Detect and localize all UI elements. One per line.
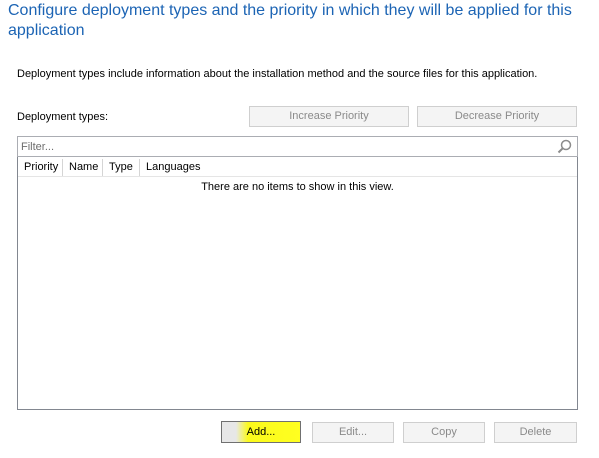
filter-input[interactable]: [21, 138, 546, 155]
edit-button[interactable]: Edit...: [312, 422, 394, 443]
delete-button[interactable]: Delete: [494, 422, 577, 443]
decrease-priority-button[interactable]: Decrease Priority: [417, 106, 577, 127]
copy-button[interactable]: Copy: [403, 422, 485, 443]
search-icon[interactable]: [556, 138, 573, 155]
empty-list-message: There are no items to show in this view.: [201, 181, 394, 193]
add-button[interactable]: Add...: [221, 421, 301, 443]
deployment-types-label: Deployment types:: [17, 111, 109, 123]
deployment-types-list[interactable]: Priority Name Type Languages There are n…: [17, 157, 578, 410]
increase-priority-button[interactable]: Increase Priority: [249, 106, 409, 127]
column-header-name[interactable]: Name: [63, 159, 103, 176]
column-header-priority[interactable]: Priority: [18, 159, 63, 176]
column-header-type[interactable]: Type: [103, 159, 140, 176]
column-header-languages[interactable]: Languages: [140, 159, 220, 176]
filter-box: [17, 136, 578, 157]
list-header: Priority Name Type Languages: [18, 159, 577, 177]
page-description: Deployment types include information abo…: [17, 68, 538, 80]
page-title: Configure deployment types and the prior…: [8, 2, 572, 39]
